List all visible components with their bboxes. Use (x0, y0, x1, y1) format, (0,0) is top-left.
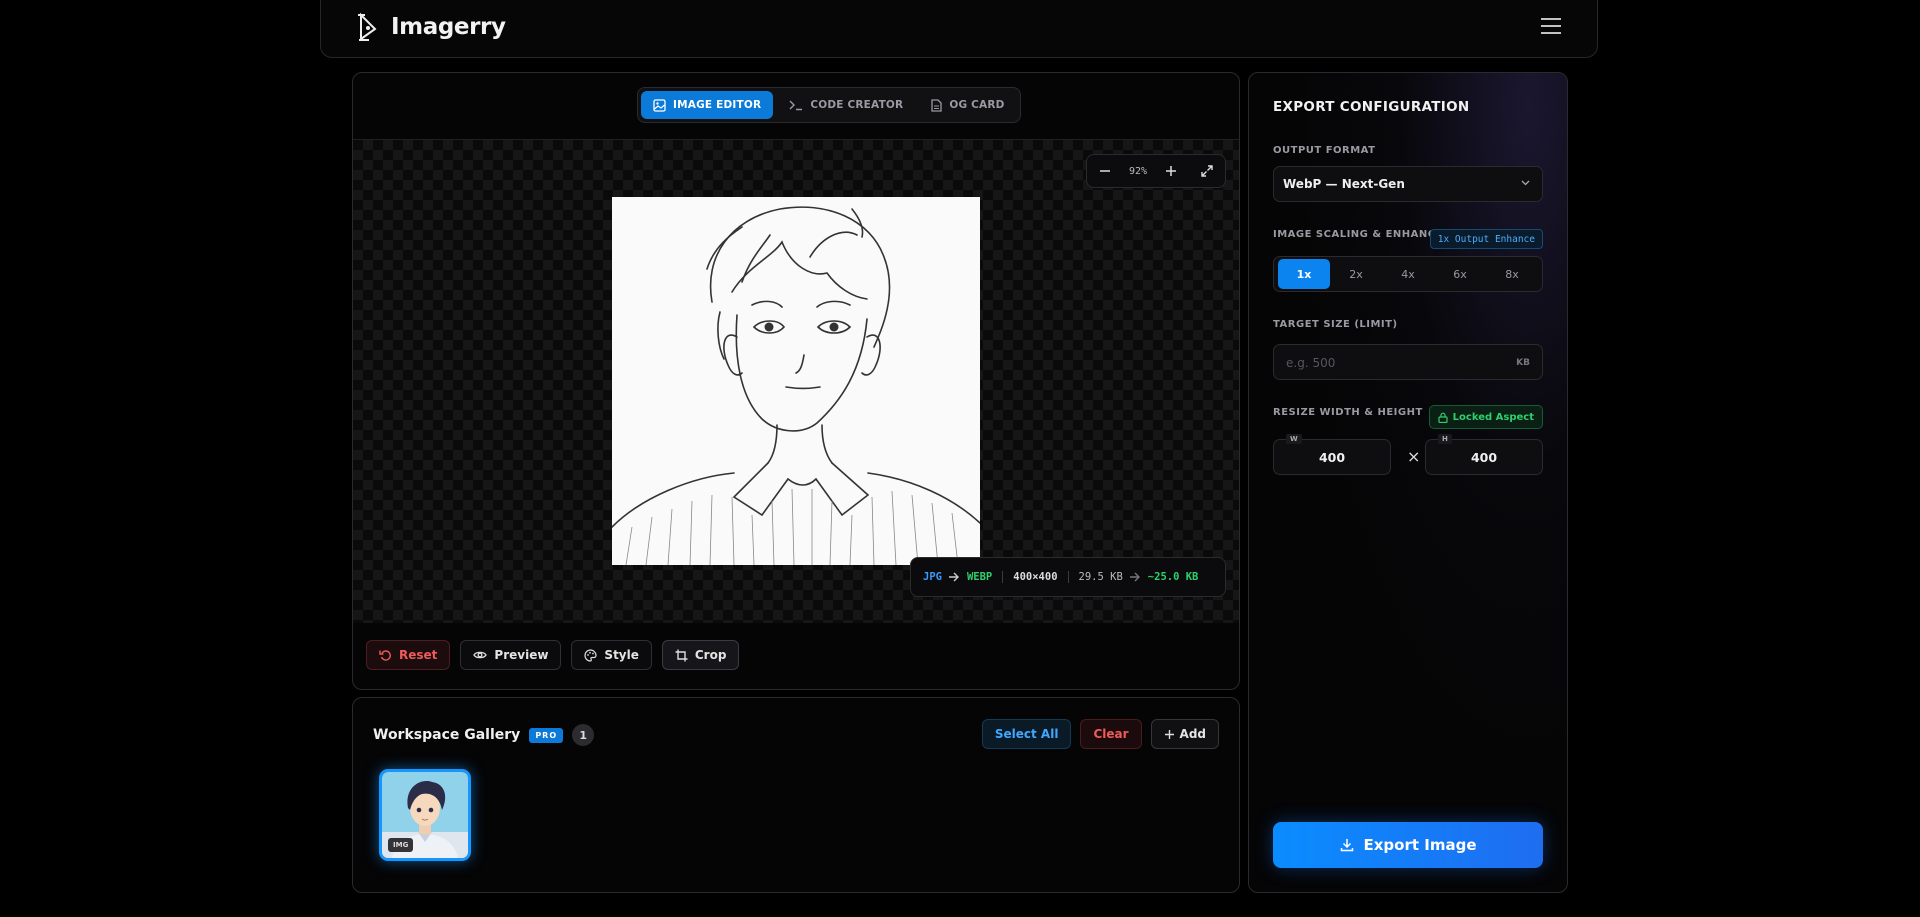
export-image-button[interactable]: Export Image (1273, 822, 1543, 868)
export-panel: EXPORT CONFIGURATION OUTPUT FORMAT WebP … (1248, 72, 1568, 893)
workspace-gallery: Workspace Gallery PRO 1 Select All Clear… (352, 697, 1240, 893)
arrow-right-icon (1129, 572, 1141, 582)
resize-label: RESIZE WIDTH & HEIGHT (1273, 407, 1423, 418)
lock-icon (1438, 412, 1448, 423)
crop-icon (675, 649, 688, 662)
menu-button[interactable] (1541, 18, 1561, 34)
tab-og-card[interactable]: OG CARD (919, 91, 1016, 119)
gallery-header: Workspace Gallery PRO 1 (373, 724, 595, 746)
scaling-label: IMAGE SCALING & ENHANCE (1273, 229, 1443, 240)
zoom-in-button[interactable] (1159, 159, 1183, 183)
target-size-placeholder: e.g. 500 (1286, 356, 1336, 370)
conversion-info: JPG WEBP 400×400 29.5 KB ~25.0 KB (910, 557, 1226, 597)
style-button[interactable]: Style (571, 640, 652, 670)
clear-button[interactable]: Clear (1080, 719, 1142, 749)
add-label: Add (1179, 727, 1206, 741)
reset-label: Reset (399, 648, 438, 662)
undo-icon (379, 649, 392, 662)
plus-icon (1164, 729, 1175, 740)
tab-label: OG CARD (949, 99, 1005, 111)
gallery-actions: Select All Clear Add (981, 719, 1219, 749)
download-icon (1340, 838, 1354, 852)
locked-aspect-toggle[interactable]: Locked Aspect (1428, 405, 1543, 429)
target-size-label: TARGET SIZE (LIMIT) (1273, 319, 1398, 330)
edited-image (612, 197, 980, 565)
style-label: Style (604, 648, 639, 662)
pro-badge: PRO (529, 727, 564, 743)
menu-icon (1541, 18, 1561, 34)
tab-image-editor[interactable]: IMAGE EDITOR (641, 91, 774, 119)
top-navbar: Imagerry (320, 0, 1598, 58)
preview-label: Preview (494, 648, 549, 662)
times-symbol: × (1407, 447, 1421, 466)
gallery-count: 1 (572, 724, 595, 746)
locked-aspect-label: Locked Aspect (1452, 411, 1534, 423)
editor-panel: IMAGE EDITOR CODE CREATOR OG CARD 92% JP… (352, 72, 1240, 690)
gallery-thumbnail[interactable]: IMG (379, 769, 471, 861)
height-input[interactable]: H 400 (1425, 434, 1543, 475)
logo-icon (357, 12, 379, 42)
export-image-label: Export Image (1363, 836, 1477, 854)
tab-code-creator[interactable]: CODE CREATOR (777, 91, 915, 119)
divider (1002, 571, 1004, 583)
scale-option[interactable]: 1x (1278, 259, 1330, 289)
height-value: 400 (1470, 450, 1498, 465)
crop-button[interactable]: Crop (661, 640, 740, 670)
new-size: ~25.0 KB (1147, 571, 1199, 583)
zoom-in-icon (1165, 165, 1177, 177)
width-value: 400 (1318, 450, 1346, 465)
eye-icon (473, 650, 488, 660)
fullscreen-icon (1201, 165, 1213, 177)
output-format-select[interactable]: WebP — Next-Gen (1273, 166, 1543, 202)
chevron-down-icon (1521, 180, 1530, 186)
scale-selector: 1x 2x 4x 6x 8x (1273, 256, 1543, 292)
thumbnail-badge: IMG (388, 838, 414, 852)
export-title: EXPORT CONFIGURATION (1273, 99, 1470, 115)
tab-label: IMAGE EDITOR (673, 99, 762, 111)
editor-toolbar: Reset Preview Style Crop (366, 640, 740, 670)
output-format-value: WebP — Next-Gen (1283, 177, 1405, 191)
image-canvas[interactable]: 92% JPG WEBP 400×400 29.5 KB ~25.0 KB (353, 140, 1239, 623)
fullscreen-button[interactable] (1195, 159, 1219, 183)
output-format-label: OUTPUT FORMAT (1273, 145, 1376, 156)
image-dimensions: 400×400 (1013, 571, 1058, 583)
arrow-right-icon (948, 572, 960, 582)
scale-option[interactable]: 2x (1330, 259, 1382, 289)
zoom-controls: 92% (1086, 154, 1226, 188)
image-icon (653, 98, 666, 112)
scale-option[interactable]: 4x (1382, 259, 1434, 289)
zoom-out-button[interactable] (1093, 159, 1117, 183)
width-tag: W (1286, 434, 1302, 444)
palette-icon (584, 648, 598, 662)
from-format: JPG (923, 571, 942, 583)
original-size: 29.5 KB (1078, 571, 1123, 583)
divider (1067, 571, 1069, 583)
zoom-level: 92% (1128, 165, 1148, 177)
preview-button[interactable]: Preview (460, 640, 562, 670)
document-icon (931, 98, 942, 112)
width-input[interactable]: W 400 (1273, 434, 1391, 475)
scale-option[interactable]: 8x (1486, 259, 1538, 289)
reset-button[interactable]: Reset (366, 640, 451, 670)
zoom-out-icon (1099, 165, 1111, 177)
target-size-input[interactable]: e.g. 500 KB (1273, 344, 1543, 380)
add-button[interactable]: Add (1150, 719, 1219, 749)
tab-label: CODE CREATOR (810, 99, 904, 111)
mode-tabs: IMAGE EDITOR CODE CREATOR OG CARD (637, 87, 1021, 123)
to-format: WEBP (966, 571, 993, 583)
height-tag: H (1438, 434, 1452, 444)
terminal-icon (789, 99, 803, 111)
logo[interactable]: Imagerry (357, 12, 506, 42)
scale-option[interactable]: 6x (1434, 259, 1486, 289)
target-size-unit: KB (1516, 358, 1530, 368)
select-all-button[interactable]: Select All (981, 719, 1072, 749)
gallery-title: Workspace Gallery (373, 727, 521, 743)
crop-label: Crop (694, 648, 727, 662)
app-name: Imagerry (391, 14, 506, 40)
output-enhance-badge: 1x Output Enhance (1429, 229, 1543, 249)
